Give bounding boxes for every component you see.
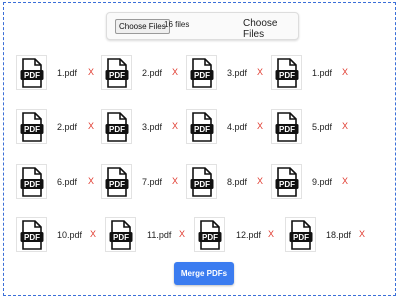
pdf-file-icon: PDF	[16, 55, 47, 90]
pdf-file-icon: PDF	[285, 217, 316, 252]
pdf-file-name: 6.pdf	[57, 177, 78, 187]
pdf-file-icon: PDF	[186, 109, 217, 144]
pdf-file-name: 3.pdf	[142, 122, 163, 132]
pdf-icon-label: PDF	[24, 125, 40, 134]
remove-file-icon[interactable]: X	[88, 67, 94, 77]
pdf-file-name: 1.pdf	[312, 68, 333, 78]
pdf-file-icon: PDF	[101, 109, 132, 144]
pdf-icon-label: PDF	[24, 233, 40, 242]
pdf-icon-label: PDF	[113, 233, 129, 242]
pdf-file-name: 2.pdf	[57, 122, 78, 132]
pdf-file-name: 7.pdf	[142, 177, 163, 187]
remove-file-icon[interactable]: X	[342, 121, 348, 131]
pdf-file-name: 3.pdf	[227, 68, 248, 78]
remove-file-icon[interactable]: X	[88, 121, 94, 131]
pdf-icon-label: PDF	[279, 180, 295, 189]
pdf-file-icon: PDF	[16, 164, 47, 199]
file-upload-box: Choose Files 16 files Choose Files	[106, 12, 299, 40]
pdf-icon-label: PDF	[194, 125, 210, 134]
pdf-file-name: 1.pdf	[57, 68, 78, 78]
pdf-file-name: 9.pdf	[312, 177, 333, 187]
remove-file-icon[interactable]: X	[90, 229, 96, 239]
pdf-icon-label: PDF	[109, 125, 125, 134]
pdf-file-icon: PDF	[101, 55, 132, 90]
pdf-file-icon: PDF	[16, 109, 47, 144]
pdf-icon-label: PDF	[109, 180, 125, 189]
pdf-icon-label: PDF	[109, 71, 125, 80]
pdf-file-name: 4.pdf	[227, 122, 248, 132]
remove-file-icon[interactable]: X	[172, 67, 178, 77]
pdf-merger-panel: Choose Files 16 files Choose Files PDF 1.…	[3, 2, 396, 296]
pdf-icon-label: PDF	[194, 180, 210, 189]
pdf-file-icon: PDF	[271, 55, 302, 90]
pdf-file-icon: PDF	[194, 217, 225, 252]
remove-file-icon[interactable]: X	[172, 121, 178, 131]
pdf-file-icon: PDF	[271, 164, 302, 199]
pdf-icon-label: PDF	[24, 180, 40, 189]
pdf-icon-label: PDF	[293, 233, 309, 242]
choose-files-button[interactable]: Choose Files	[115, 19, 170, 34]
pdf-file-name: 12.pdf	[236, 230, 262, 240]
remove-file-icon[interactable]: X	[342, 176, 348, 186]
pdf-icon-label: PDF	[279, 71, 295, 80]
remove-file-icon[interactable]: X	[268, 229, 274, 239]
remove-file-icon[interactable]: X	[88, 176, 94, 186]
pdf-icon-label: PDF	[202, 233, 218, 242]
pdf-icon-label: PDF	[279, 125, 295, 134]
pdf-file-icon: PDF	[16, 217, 47, 252]
remove-file-icon[interactable]: X	[257, 176, 263, 186]
pdf-file-name: 2.pdf	[142, 68, 163, 78]
remove-file-icon[interactable]: X	[359, 229, 365, 239]
pdf-file-name: 8.pdf	[227, 177, 248, 187]
pdf-file-name: 11.pdf	[147, 230, 172, 240]
pdf-file-icon: PDF	[186, 55, 217, 90]
pdf-file-icon: PDF	[186, 164, 217, 199]
pdf-file-name: 5.pdf	[312, 122, 333, 132]
merge-pdfs-button[interactable]: Merge PDFs	[174, 262, 234, 285]
remove-file-icon[interactable]: X	[179, 229, 185, 239]
file-count: 16 files	[164, 20, 190, 29]
remove-file-icon[interactable]: X	[257, 121, 263, 131]
remove-file-icon[interactable]: X	[172, 176, 178, 186]
choose-files-label[interactable]: Choose Files	[243, 18, 298, 40]
pdf-file-icon: PDF	[105, 217, 136, 252]
remove-file-icon[interactable]: X	[257, 67, 263, 77]
pdf-file-icon: PDF	[101, 164, 132, 199]
remove-file-icon[interactable]: X	[342, 67, 348, 77]
pdf-icon-label: PDF	[194, 71, 210, 80]
pdf-file-name: 10.pdf	[57, 230, 83, 240]
pdf-file-name: 18.pdf	[326, 230, 352, 240]
pdf-file-icon: PDF	[271, 109, 302, 144]
pdf-icon-label: PDF	[24, 71, 40, 80]
